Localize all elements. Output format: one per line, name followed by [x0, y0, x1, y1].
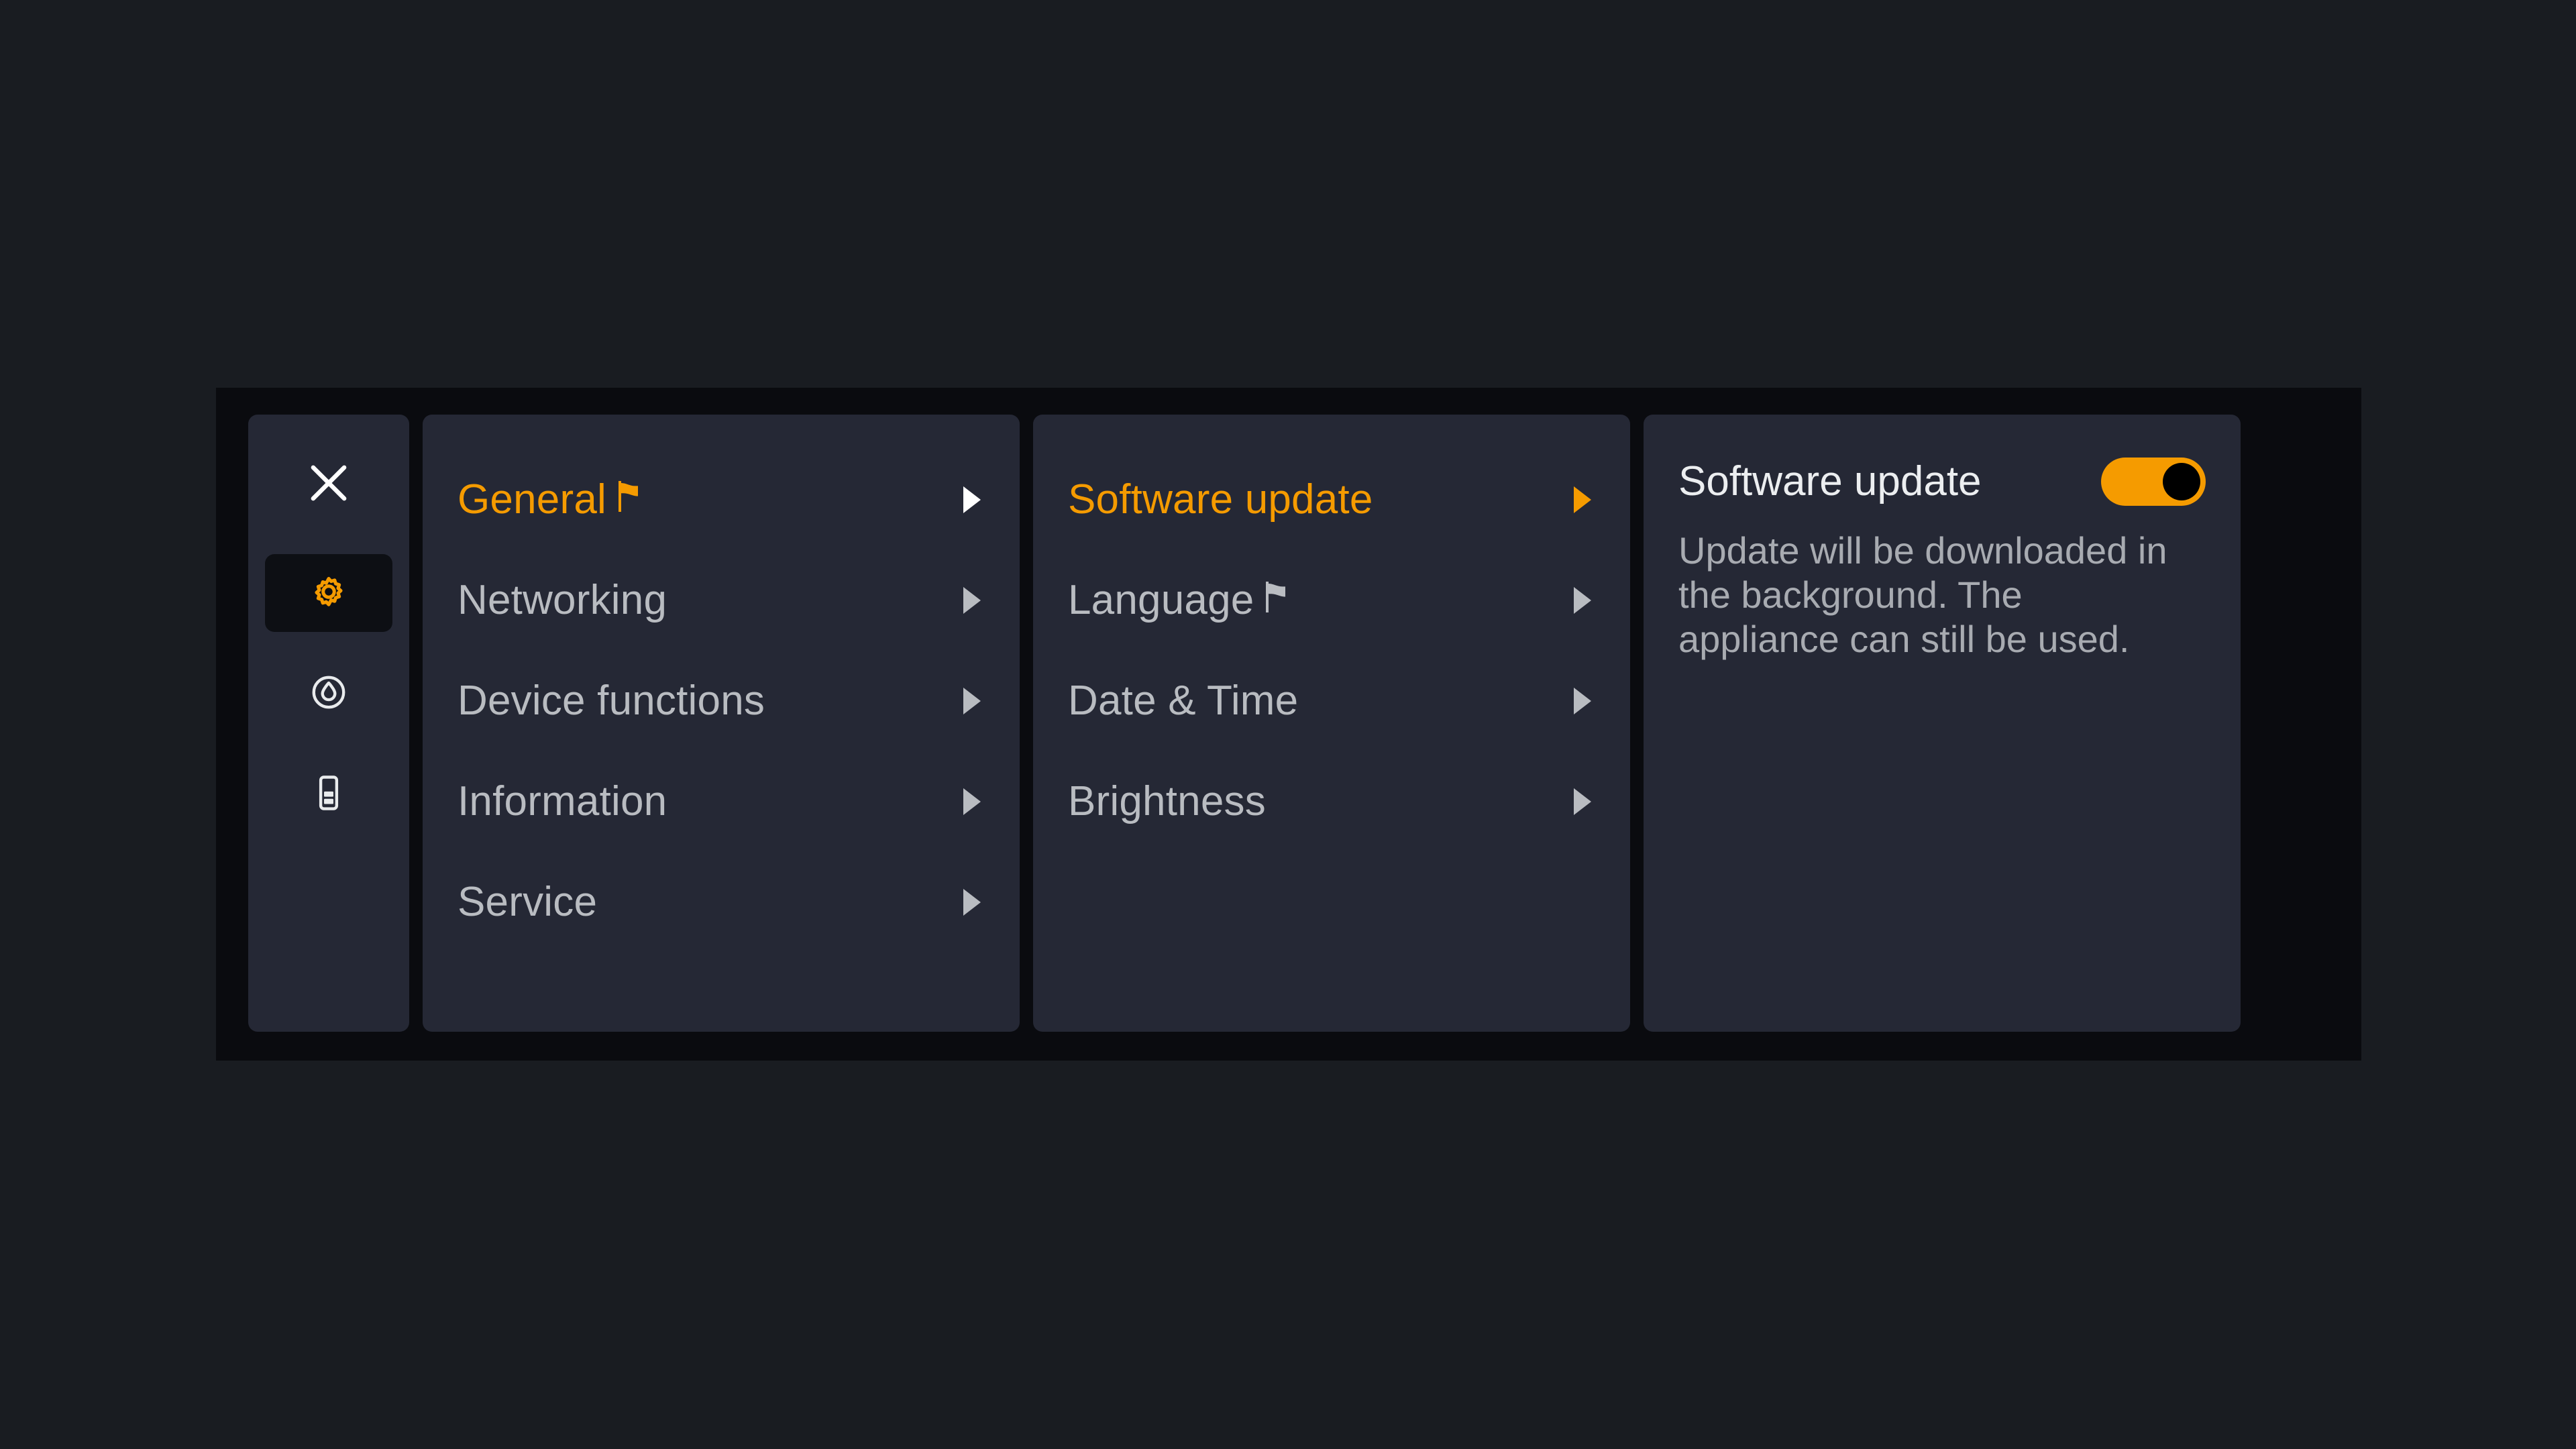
menu-item-brightness[interactable]: Brightness: [1068, 751, 1595, 852]
caret-right-icon: [963, 486, 981, 513]
caret-right-icon: [963, 788, 981, 815]
menu-item-date-time[interactable]: Date & Time: [1068, 651, 1595, 751]
menu-item-networking[interactable]: Networking: [458, 550, 985, 651]
caret-right-icon: [1574, 788, 1591, 815]
close-icon: [304, 458, 354, 511]
caret-right-icon: [1574, 688, 1591, 714]
rail-item-settings[interactable]: [265, 554, 392, 632]
settings-overlay: General Networking Device functions Info…: [216, 388, 2361, 1061]
rail-item-water[interactable]: [265, 655, 392, 733]
menu-column-level-1: General Networking Device functions Info…: [423, 415, 1020, 1032]
menu-item-label: Brightness: [1068, 778, 1266, 824]
menu-item-label: Device functions: [458, 678, 765, 724]
menu-item-label: Date & Time: [1068, 678, 1299, 724]
menu-item-label: Service: [458, 879, 598, 925]
caret-right-icon: [1574, 486, 1591, 513]
cartridge-icon: [308, 772, 350, 817]
toggle-knob: [2163, 463, 2200, 500]
menu-item-general[interactable]: General: [458, 449, 985, 550]
menu-item-device-functions[interactable]: Device functions: [458, 651, 985, 751]
menu-item-label: Networking: [458, 577, 667, 623]
detail-panel: Software update Update will be downloade…: [1644, 415, 2241, 1032]
menu-list-level-1: General Networking Device functions Info…: [423, 415, 1020, 953]
menu-item-service[interactable]: Service: [458, 852, 985, 953]
caret-right-icon: [963, 587, 981, 614]
flag-icon: [1263, 580, 1290, 622]
menu-list-level-2: Software update Language Date & Time Bri…: [1033, 415, 1630, 852]
panel-row: General Networking Device functions Info…: [248, 415, 2241, 1032]
menu-item-label: Language: [1068, 577, 1254, 623]
rail-item-cartridge[interactable]: [265, 755, 392, 833]
menu-item-label: Software update: [1068, 476, 1373, 523]
detail-header: Software update: [1678, 449, 2206, 514]
caret-right-icon: [963, 688, 981, 714]
caret-right-icon: [963, 889, 981, 916]
icon-rail: [248, 415, 409, 1032]
menu-item-language[interactable]: Language: [1068, 550, 1595, 651]
menu-item-software-update[interactable]: Software update: [1068, 449, 1595, 550]
close-button[interactable]: [288, 444, 369, 525]
menu-column-level-2: Software update Language Date & Time Bri…: [1033, 415, 1630, 1032]
detail-description: Update will be downloaded in the backgro…: [1678, 529, 2167, 661]
water-drop-icon: [308, 672, 350, 716]
gear-icon: [307, 570, 350, 616]
caret-right-icon: [1574, 587, 1591, 614]
software-update-toggle[interactable]: [2101, 458, 2206, 506]
menu-item-label: General: [458, 476, 606, 523]
flag-icon: [616, 479, 643, 521]
menu-item-information[interactable]: Information: [458, 751, 985, 852]
menu-item-label: Information: [458, 778, 667, 824]
detail-title: Software update: [1678, 458, 1982, 504]
